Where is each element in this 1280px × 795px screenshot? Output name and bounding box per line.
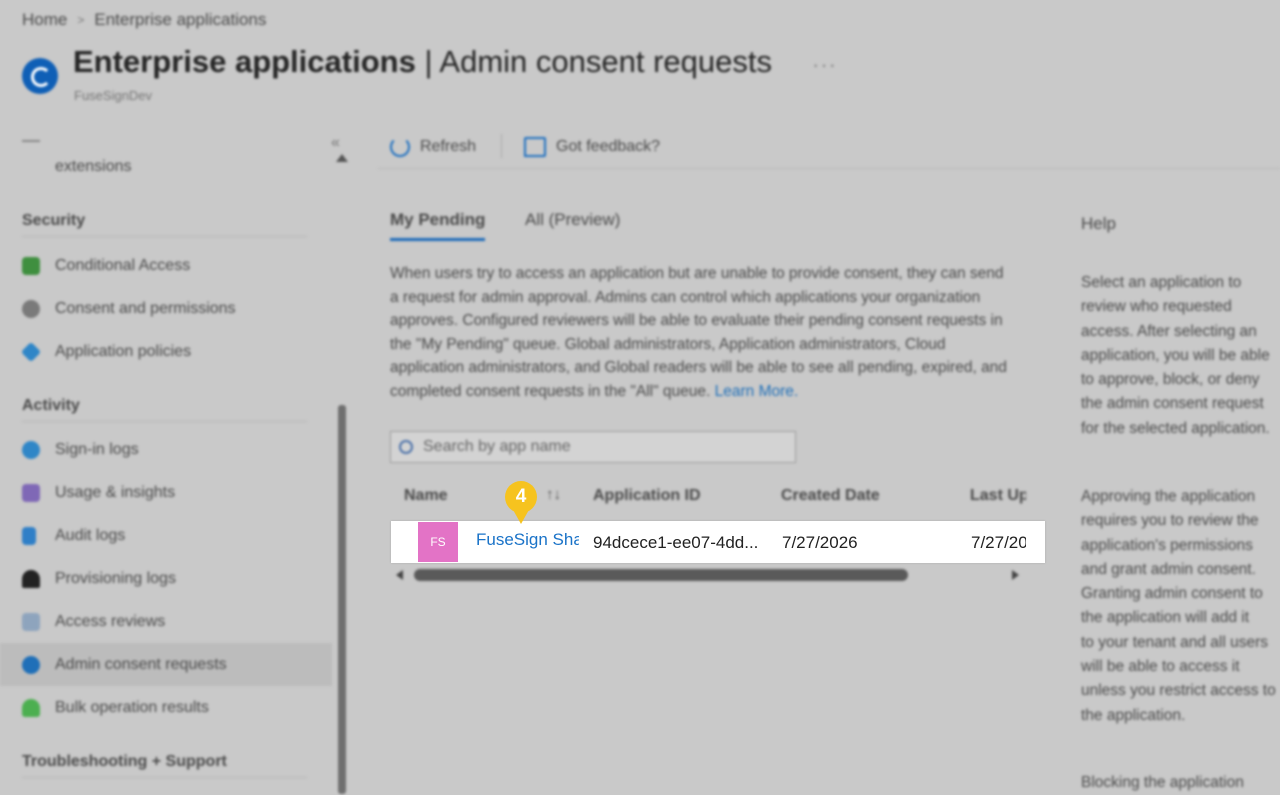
sidebar-item-signin-logs[interactable]: Sign-in logs <box>0 428 332 471</box>
chevron-right-icon: > <box>77 13 85 27</box>
provisioning-icon <box>22 569 40 588</box>
column-header-name[interactable]: Name <box>404 487 448 505</box>
sidebar-item-label: Bulk operation results <box>55 698 209 716</box>
learn-more-link[interactable]: Learn More. <box>715 383 799 400</box>
sidebar-item-access-reviews[interactable]: Access reviews <box>0 600 332 643</box>
policies-icon <box>20 341 42 362</box>
table-row[interactable]: FS FuseSign Sha 94dcece1-ee07-4dd... 7/2… <box>391 521 1045 563</box>
help-paragraph-2: Approving the application requires you to… <box>1081 488 1276 724</box>
sidebar-item-audit-logs[interactable]: Audit logs <box>0 514 332 557</box>
sidebar-scrollbar[interactable] <box>338 405 346 794</box>
table-horizontal-scrollbar[interactable] <box>414 569 908 581</box>
audit-logs-icon <box>22 526 36 545</box>
sidebar-item-bulk-operation-results[interactable]: Bulk operation results <box>0 686 332 729</box>
sidebar-item-label: Application policies <box>55 342 192 360</box>
help-paragraph-1: Select an application to review who reque… <box>1081 274 1270 437</box>
sidebar-item-label: Conditional Access <box>55 256 191 274</box>
collapse-sidebar-icon[interactable]: « <box>331 134 340 152</box>
search-icon <box>399 440 413 454</box>
more-options-icon[interactable]: ··· <box>812 52 837 78</box>
refresh-label: Refresh <box>420 138 477 155</box>
section-activity: Activity <box>22 397 307 422</box>
step-marker-pointer <box>512 508 530 524</box>
sidebar-item-conditional-access[interactable]: Conditional Access <box>0 244 332 287</box>
signin-logs-icon <box>22 440 40 459</box>
scroll-up-icon[interactable] <box>336 154 348 162</box>
created-date-cell: 7/27/2026 <box>782 533 858 552</box>
app-name-link[interactable]: FuseSign Sha <box>476 530 579 550</box>
search-box[interactable] <box>390 431 796 463</box>
background-page: Home > Enterprise applications Enterpris… <box>0 0 1280 794</box>
feedback-button[interactable]: Got feedback? <box>524 132 660 162</box>
enterprise-apps-icon <box>22 58 58 94</box>
tab-my-pending[interactable]: My Pending <box>390 210 486 241</box>
app-avatar: FS <box>418 522 458 562</box>
admin-consent-icon <box>22 655 40 674</box>
refresh-icon <box>390 137 410 157</box>
refresh-button[interactable]: Refresh <box>390 132 476 162</box>
sidebar-item-consent-permissions[interactable]: Consent and permissions <box>0 287 332 330</box>
breadcrumb: Home > Enterprise applications <box>22 10 266 30</box>
feedback-label: Got feedback? <box>556 138 661 155</box>
section-troubleshooting: Troubleshooting + Support <box>22 753 307 778</box>
sidebar-item-label: Access reviews <box>55 612 166 630</box>
help-title: Help <box>1081 214 1116 233</box>
sidebar-item-label: Consent and permissions <box>55 299 236 317</box>
sidebar-item-provisioning-logs[interactable]: Provisioning logs <box>0 557 332 600</box>
column-header-created-date[interactable]: Created Date <box>781 487 880 505</box>
usage-icon <box>22 483 40 502</box>
sort-icon[interactable]: ↑↓ <box>546 486 561 503</box>
breadcrumb-current[interactable]: Enterprise applications <box>94 10 266 30</box>
access-reviews-icon <box>22 612 40 631</box>
conditional-access-icon <box>22 256 40 275</box>
sidebar-item-admin-consent-requests[interactable]: Admin consent requests <box>0 643 332 686</box>
sidebar-item-label: Sign-in logs <box>55 440 139 458</box>
command-bar: Refresh Got feedback? <box>378 128 1280 169</box>
page-title: Enterprise applications | Admin consent … <box>73 44 772 79</box>
sidebar-item-usage-insights[interactable]: Usage & insights <box>0 471 332 514</box>
sidebar-item-label: Audit logs <box>55 526 126 544</box>
description-body: When users try to access an application … <box>390 265 1007 400</box>
tab-all-preview[interactable]: All (Preview) <box>525 210 620 238</box>
sidebar-item-label: Provisioning logs <box>55 569 176 587</box>
consent-icon <box>22 299 40 318</box>
help-paragraph-3: Blocking the application <box>1081 774 1244 791</box>
scroll-right-icon[interactable] <box>1012 570 1019 580</box>
sidebar-item-label: Admin consent requests <box>55 655 227 673</box>
tenant-name: FuseSignDev <box>74 88 153 103</box>
application-id-cell: 94dcece1-ee07-4dd... <box>593 533 759 552</box>
column-header-last-updated[interactable]: Last Up <box>970 487 1026 505</box>
search-input[interactable] <box>421 437 785 457</box>
feedback-icon <box>524 137 546 157</box>
toolbar-divider <box>501 134 502 158</box>
sidebar-item-application-policies[interactable]: Application policies <box>0 330 332 373</box>
sidebar-item-label: Usage & insights <box>55 483 176 501</box>
scroll-left-icon[interactable] <box>396 570 403 580</box>
description-text: When users try to access an application … <box>390 262 1015 403</box>
sidebar-item-extensions[interactable]: extensions <box>55 158 132 176</box>
bulk-ops-icon <box>22 698 40 717</box>
column-header-app-id[interactable]: Application ID <box>593 487 701 505</box>
breadcrumb-home[interactable]: Home <box>22 10 67 30</box>
last-updated-cell: 7/27/20 <box>971 533 1026 552</box>
section-security: Security <box>22 212 307 237</box>
nav-item-icon <box>22 140 40 142</box>
